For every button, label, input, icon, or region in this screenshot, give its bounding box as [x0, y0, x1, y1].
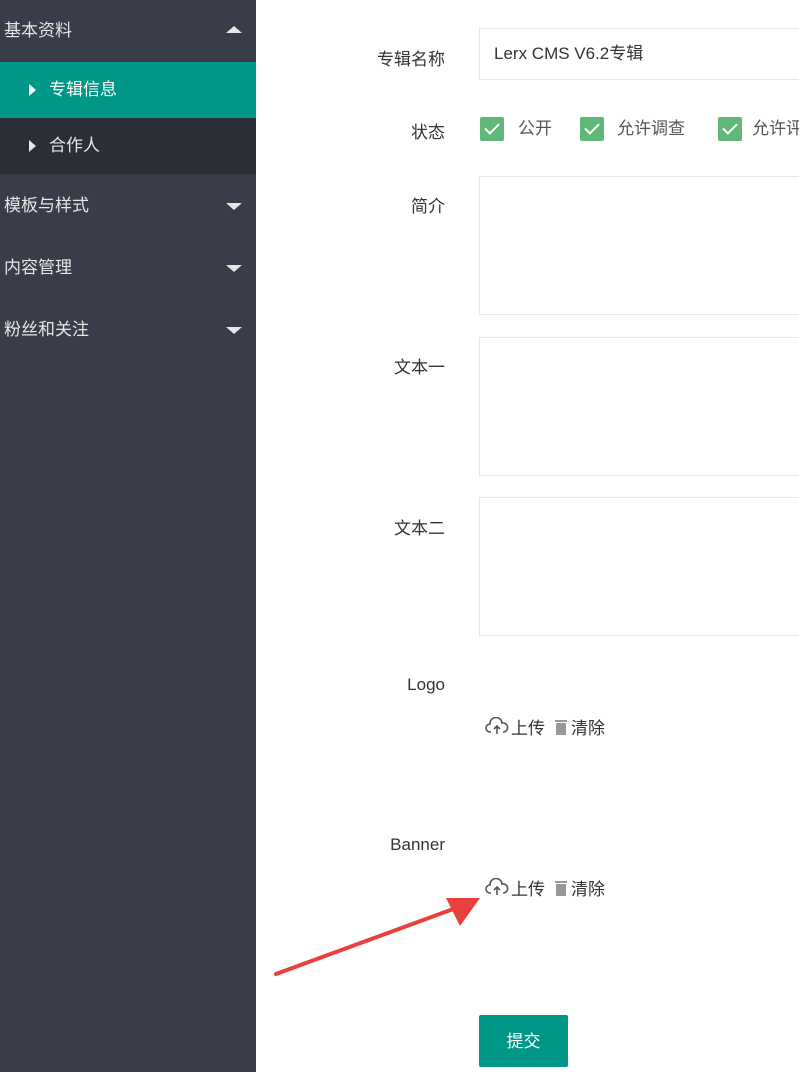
nav-item-label: 专辑信息 [49, 80, 117, 100]
checkbox-public[interactable] [480, 117, 504, 141]
nav-item-album-info[interactable]: 专辑信息 [0, 62, 256, 118]
logo-upload-row: 上传 清除 [485, 714, 605, 739]
checkbox-allow-comment-label: 允许评 [752, 119, 799, 139]
album-name-label: 专辑名称 [377, 50, 445, 70]
checkbox-allow-survey-label: 允许调查 [617, 119, 685, 139]
checkbox-allow-comment[interactable] [718, 117, 742, 141]
text2-textarea[interactable] [479, 497, 799, 636]
text1-textarea[interactable] [479, 337, 799, 476]
intro-label: 简介 [411, 197, 445, 217]
intro-textarea[interactable] [479, 176, 799, 315]
trash-icon[interactable] [553, 718, 569, 736]
album-name-input[interactable]: Lerx CMS V6.2专辑 [479, 28, 799, 80]
caret-up-icon [226, 26, 242, 33]
banner-upload-button[interactable]: 上传 [511, 875, 545, 900]
submit-button[interactable]: 提交 [479, 1015, 568, 1067]
nav-group-label: 粉丝和关注 [4, 320, 89, 340]
banner-clear-button[interactable]: 清除 [571, 875, 605, 900]
text2-label: 文本二 [394, 519, 445, 539]
banner-label: Banner [390, 835, 445, 854]
annotation-arrow-icon [274, 898, 480, 976]
triangle-right-icon [29, 84, 36, 96]
checkbox-allow-comment-label-clip: 允许评 [752, 117, 799, 141]
caret-down-icon [226, 327, 242, 334]
cloud-upload-icon[interactable] [485, 716, 509, 737]
checkbox-public-label: 公开 [518, 119, 552, 139]
nav-group-content[interactable]: 内容管理 [0, 237, 256, 299]
checkbox-allow-survey[interactable] [580, 117, 604, 141]
banner-upload-row: 上传 清除 [485, 875, 605, 900]
nav-group-fans[interactable]: 粉丝和关注 [0, 299, 256, 361]
trash-icon[interactable] [553, 879, 569, 897]
status-label: 状态 [411, 123, 445, 143]
caret-down-icon [226, 265, 242, 272]
text1-label: 文本一 [394, 358, 445, 378]
nav-group-label: 内容管理 [4, 258, 72, 278]
logo-clear-button[interactable]: 清除 [571, 714, 605, 739]
logo-upload-button[interactable]: 上传 [511, 714, 545, 739]
logo-label: Logo [407, 675, 445, 694]
